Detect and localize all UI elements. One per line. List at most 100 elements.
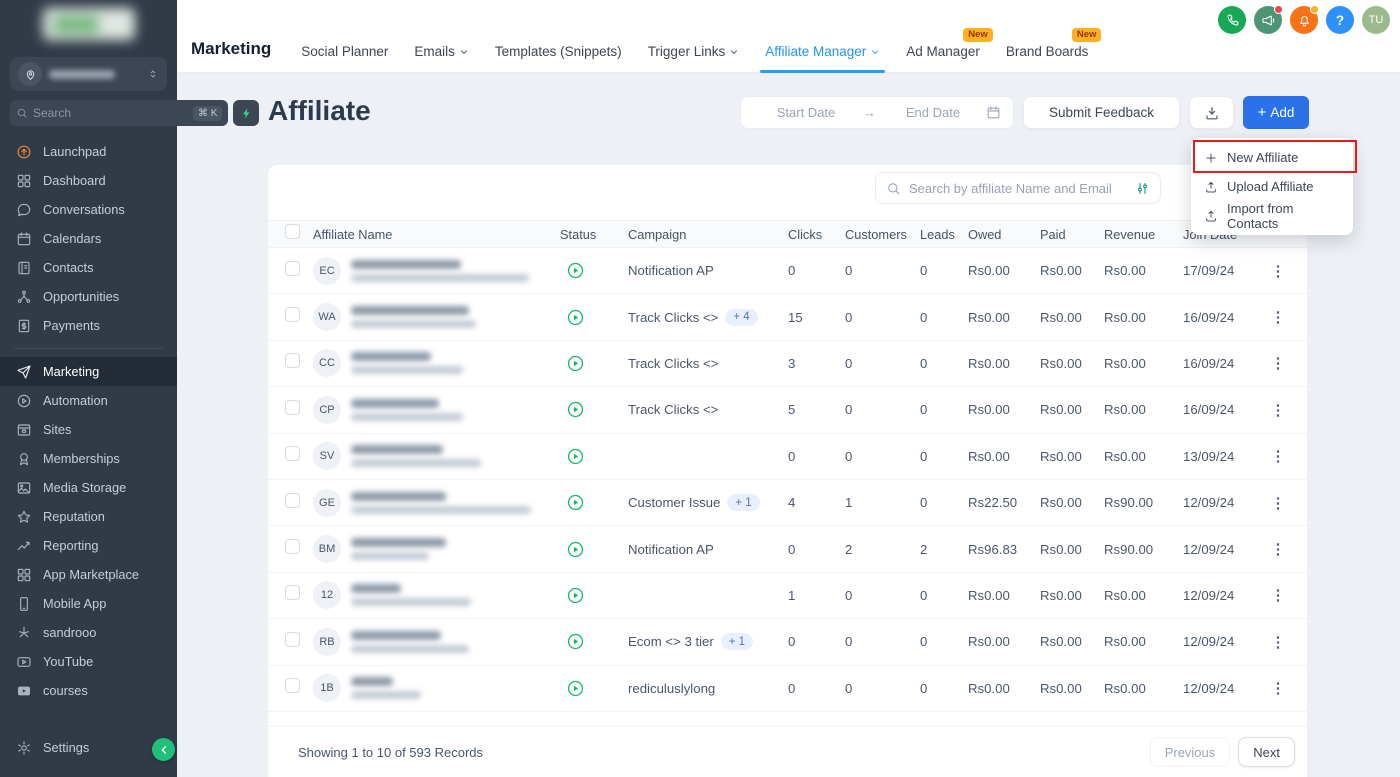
sidebar-item-courses[interactable]: courses bbox=[0, 676, 177, 705]
megaphone-button[interactable] bbox=[1254, 6, 1282, 34]
tab-trigger-links[interactable]: Trigger Links bbox=[648, 44, 740, 59]
row-checkbox[interactable] bbox=[285, 307, 300, 322]
table-row[interactable]: 12100Rs0.00Rs0.00Rs0.0012/09/24⋮ bbox=[268, 573, 1307, 619]
sidebar-item-launchpad[interactable]: Launchpad bbox=[0, 137, 177, 166]
date-range-picker[interactable]: Start Date → End Date bbox=[740, 96, 1014, 129]
row-checkbox[interactable] bbox=[285, 353, 300, 368]
download-button[interactable] bbox=[1189, 96, 1234, 129]
owed-cell: Rs22.50 bbox=[968, 495, 1040, 510]
row-checkbox[interactable] bbox=[285, 585, 300, 600]
sidebar-item-youtube[interactable]: YouTube bbox=[0, 647, 177, 676]
sidebar-collapse-button[interactable] bbox=[152, 738, 175, 761]
menu-item-import-from-contacts[interactable]: Import from Contacts bbox=[1191, 201, 1353, 230]
row-menu-button[interactable]: ⋮ bbox=[1270, 447, 1286, 465]
row-checkbox[interactable] bbox=[285, 539, 300, 554]
add-button[interactable]: + Add bbox=[1243, 96, 1309, 129]
sidebar-item-mobile-app[interactable]: Mobile App bbox=[0, 589, 177, 618]
tab-social-planner[interactable]: Social Planner bbox=[301, 44, 388, 59]
owed-cell: Rs96.83 bbox=[968, 542, 1040, 557]
sidebar-search-input[interactable] bbox=[33, 106, 188, 120]
revenue-cell: Rs0.00 bbox=[1104, 634, 1183, 649]
phone-button[interactable] bbox=[1218, 6, 1246, 34]
row-menu-button[interactable]: ⋮ bbox=[1270, 586, 1286, 604]
start-date-field[interactable]: Start Date bbox=[753, 105, 859, 120]
sidebar-item-marketing[interactable]: Marketing bbox=[0, 357, 177, 386]
sidebar-item-calendars[interactable]: Calendars bbox=[0, 224, 177, 253]
table-row[interactable]: SV000Rs0.00Rs0.00Rs0.0013/09/24⋮ bbox=[268, 434, 1307, 480]
row-menu-button[interactable]: ⋮ bbox=[1270, 401, 1286, 419]
clicks-cell: 15 bbox=[788, 310, 845, 325]
table-row[interactable]: GECustomer Issue+ 1410Rs22.50Rs0.00Rs90.… bbox=[268, 480, 1307, 526]
row-menu-button[interactable]: ⋮ bbox=[1270, 262, 1286, 280]
sidebar-item-opportunities[interactable]: Opportunities bbox=[0, 282, 177, 311]
sidebar-item-sites[interactable]: Sites bbox=[0, 415, 177, 444]
column-header-status[interactable]: Status bbox=[560, 227, 628, 242]
column-header-campaign[interactable]: Campaign bbox=[628, 227, 788, 242]
sidebar-item-conversations[interactable]: Conversations bbox=[0, 195, 177, 224]
sidebar-search[interactable]: ⌘ K bbox=[10, 100, 228, 126]
account-switcher[interactable] bbox=[10, 57, 167, 91]
affiliate-search-input[interactable] bbox=[909, 181, 1127, 196]
module-title: Marketing bbox=[191, 39, 271, 59]
submit-feedback-button[interactable]: Submit Feedback bbox=[1023, 96, 1180, 129]
campaign-cell: rediculuslylong bbox=[628, 681, 788, 696]
tab-ad-manager[interactable]: NewAd Manager bbox=[906, 44, 980, 59]
column-header-affiliate-name[interactable]: Affiliate Name bbox=[313, 227, 560, 242]
row-menu-button[interactable]: ⋮ bbox=[1270, 540, 1286, 558]
table-row[interactable]: 1Brediculuslylong000Rs0.00Rs0.00Rs0.0012… bbox=[268, 666, 1307, 712]
row-checkbox[interactable] bbox=[285, 400, 300, 415]
sidebar-item-dashboard[interactable]: Dashboard bbox=[0, 166, 177, 195]
table-row[interactable]: ECNotification AP000Rs0.00Rs0.00Rs0.0017… bbox=[268, 248, 1307, 294]
sidebar-item-payments[interactable]: Payments bbox=[0, 311, 177, 340]
row-menu-button[interactable]: ⋮ bbox=[1270, 633, 1286, 651]
column-header-leads[interactable]: Leads bbox=[920, 227, 968, 242]
column-header-paid[interactable]: Paid bbox=[1040, 227, 1104, 242]
join-date-cell: 12/09/24 bbox=[1183, 588, 1270, 603]
table-row[interactable]: RBEcom <> 3 tier+ 1000Rs0.00Rs0.00Rs0.00… bbox=[268, 619, 1307, 665]
sidebar-item-reputation[interactable]: Reputation bbox=[0, 502, 177, 531]
row-menu-button[interactable]: ⋮ bbox=[1270, 494, 1286, 512]
row-checkbox[interactable] bbox=[285, 446, 300, 461]
affiliate-search[interactable] bbox=[875, 172, 1161, 204]
select-all-checkbox[interactable] bbox=[285, 224, 300, 239]
sidebar-item-settings[interactable]: Settings bbox=[0, 733, 177, 762]
row-checkbox[interactable] bbox=[285, 632, 300, 647]
row-checkbox[interactable] bbox=[285, 678, 300, 693]
row-menu-button[interactable]: ⋮ bbox=[1270, 354, 1286, 372]
sidebar-item-media-storage[interactable]: Media Storage bbox=[0, 473, 177, 502]
row-checkbox[interactable] bbox=[285, 493, 300, 508]
table-row[interactable]: CPTrack Clicks <>500Rs0.00Rs0.00Rs0.0016… bbox=[268, 387, 1307, 433]
sidebar-item-contacts[interactable]: Contacts bbox=[0, 253, 177, 282]
table-row[interactable]: BMNotification AP022Rs96.83Rs0.00Rs90.00… bbox=[268, 526, 1307, 572]
avatar[interactable]: TU bbox=[1362, 6, 1390, 34]
ai-spark-button[interactable] bbox=[233, 100, 259, 126]
tab-templates-snippets[interactable]: Templates (Snippets) bbox=[495, 44, 622, 59]
owed-cell: Rs0.00 bbox=[968, 588, 1040, 603]
end-date-field[interactable]: End Date bbox=[880, 105, 986, 120]
tab-affiliate-manager[interactable]: Affiliate Manager bbox=[765, 44, 880, 59]
table-row[interactable]: CCTrack Clicks <>300Rs0.00Rs0.00Rs0.0016… bbox=[268, 341, 1307, 387]
row-checkbox[interactable] bbox=[285, 261, 300, 276]
bell-button[interactable] bbox=[1290, 6, 1318, 34]
filter-sliders-icon[interactable] bbox=[1135, 181, 1150, 196]
sidebar-item-sandrooo[interactable]: sandrooo bbox=[0, 618, 177, 647]
column-header-owed[interactable]: Owed bbox=[968, 227, 1040, 242]
tab-brand-boards[interactable]: NewBrand Boards bbox=[1006, 44, 1089, 59]
column-header-clicks[interactable]: Clicks bbox=[788, 227, 845, 242]
sidebar-item-label: Opportunities bbox=[43, 289, 119, 304]
sidebar-item-reporting[interactable]: Reporting bbox=[0, 531, 177, 560]
tab-emails[interactable]: Emails bbox=[414, 44, 469, 59]
previous-button[interactable]: Previous bbox=[1150, 737, 1231, 767]
column-header-revenue[interactable]: Revenue bbox=[1104, 227, 1183, 242]
row-menu-button[interactable]: ⋮ bbox=[1270, 308, 1286, 326]
sidebar-item-automation[interactable]: Automation bbox=[0, 386, 177, 415]
next-button[interactable]: Next bbox=[1238, 737, 1295, 767]
column-header-customers[interactable]: Customers bbox=[845, 227, 920, 242]
table-row[interactable]: WATrack Clicks <>+ 41500Rs0.00Rs0.00Rs0.… bbox=[268, 294, 1307, 340]
row-menu-button[interactable]: ⋮ bbox=[1270, 679, 1286, 697]
help-button[interactable]: ? bbox=[1326, 6, 1354, 34]
sidebar-item-memberships[interactable]: Memberships bbox=[0, 444, 177, 473]
menu-item-upload-affiliate[interactable]: Upload Affiliate bbox=[1191, 172, 1353, 201]
sidebar-item-app-marketplace[interactable]: App Marketplace bbox=[0, 560, 177, 589]
marketing-icon bbox=[16, 364, 32, 380]
